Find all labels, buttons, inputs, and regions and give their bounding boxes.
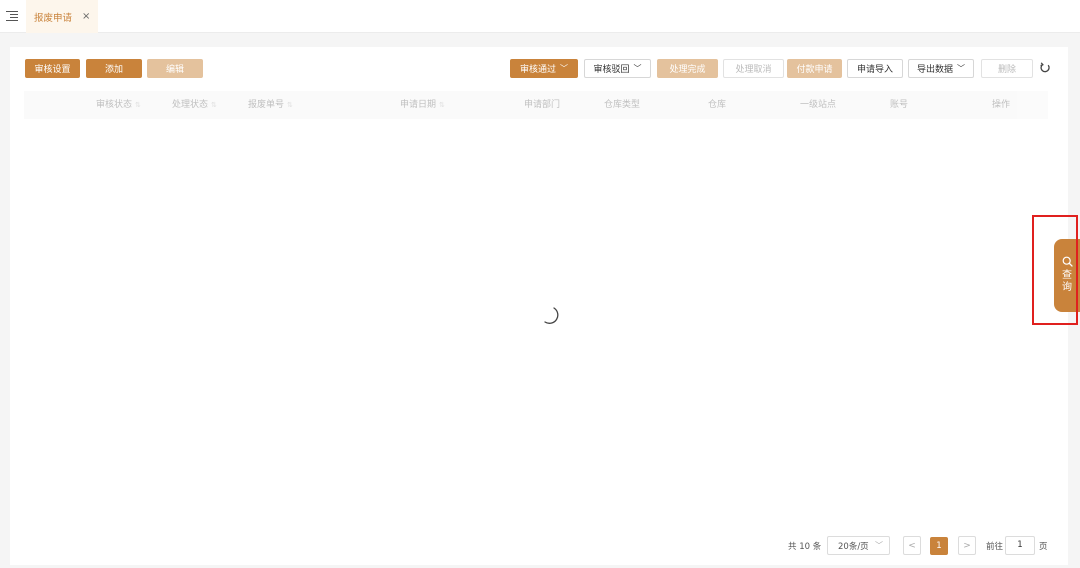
chevron-down-icon: ﹀ — [957, 64, 965, 73]
column-actions: 操作 — [992, 100, 1011, 110]
search-icon — [1062, 256, 1073, 267]
reject-dropdown-button[interactable]: 审核驳回 ﹀ — [584, 59, 651, 78]
payment-apply-button[interactable]: 付款申请 — [787, 59, 842, 78]
query-label: 查询 — [1062, 270, 1072, 293]
export-data-label: 导出数据 — [916, 65, 953, 75]
column-process-status[interactable]: 处理状态 ⇅ — [172, 91, 217, 119]
approve-label: 审核通过 — [519, 65, 556, 75]
goto-page-input[interactable]: 1 — [1005, 536, 1035, 555]
audit-settings-button[interactable]: 审核设置 — [25, 59, 80, 78]
column-account: 账号 — [890, 100, 909, 110]
sort-icon: ⇅ — [211, 101, 217, 109]
page-1-button[interactable]: 1 — [930, 537, 948, 555]
sort-icon: ⇅ — [287, 101, 293, 109]
approve-dropdown-button[interactable]: 审核通过 ﹀ — [510, 59, 578, 78]
table-header: 审核状态 ⇅ 处理状态 ⇅ 报废单号 ⇅ 申请日期 ⇅ 申请部门 仓库类型 仓库 一级站… — [24, 91, 1048, 119]
add-button[interactable]: 添加 — [86, 59, 142, 78]
tab-label: 报废申请 — [34, 12, 73, 24]
apply-import-button[interactable]: 申请导入 — [847, 59, 903, 78]
main-card: 审核设置 添加 编辑 审核通过 ﹀ 审核驳回 ﹀ 处理完成 处理取消 付款申请 … — [10, 47, 1068, 565]
reject-label: 审核驳回 — [593, 65, 630, 75]
column-apply-department: 申请部门 — [524, 100, 561, 110]
top-bar: 报废申请 × — [0, 0, 1080, 33]
page-size-value: 20条/页 — [838, 541, 869, 552]
column-apply-date[interactable]: 申请日期 ⇅ — [400, 91, 445, 119]
tab-scrap-application[interactable]: 报废申请 × — [26, 0, 99, 33]
refresh-icon[interactable] — [1038, 61, 1052, 75]
sort-icon: ⇅ — [135, 101, 141, 109]
export-data-dropdown-button[interactable]: 导出数据 ﹀ — [908, 59, 974, 78]
column-audit-status[interactable]: 审核状态 ⇅ — [96, 91, 141, 119]
goto-label: 前往 — [986, 542, 1004, 552]
column-warehouse-type: 仓库类型 — [604, 100, 641, 110]
process-done-button[interactable]: 处理完成 — [657, 59, 718, 78]
column-warehouse: 仓库 — [708, 100, 727, 110]
query-drawer-tab[interactable]: 查询 — [1054, 239, 1080, 312]
edit-button[interactable]: 编辑 — [147, 59, 203, 78]
page-size-select[interactable]: 20条/页 ﹀ — [827, 536, 890, 555]
chevron-down-icon: ﹀ — [875, 541, 883, 550]
chevron-down-icon: ﹀ — [633, 64, 642, 73]
process-cancel-button[interactable]: 处理取消 — [723, 59, 784, 78]
menu-toggle-icon[interactable] — [6, 9, 18, 21]
sort-icon: ⇅ — [439, 101, 445, 109]
loading-spinner-icon — [544, 307, 559, 324]
next-page-button[interactable]: > — [958, 536, 976, 555]
chevron-down-icon: ﹀ — [560, 64, 568, 73]
page-suffix-label: 页 — [1039, 542, 1048, 552]
pagination-total: 共 10 条 — [788, 542, 822, 552]
column-scrap-number[interactable]: 报废单号 ⇅ — [248, 91, 293, 119]
prev-page-button[interactable]: < — [903, 536, 921, 555]
column-first-level-site: 一级站点 — [800, 100, 837, 110]
tab-close-icon[interactable]: × — [82, 11, 90, 22]
delete-button[interactable]: 删除 — [981, 59, 1033, 78]
